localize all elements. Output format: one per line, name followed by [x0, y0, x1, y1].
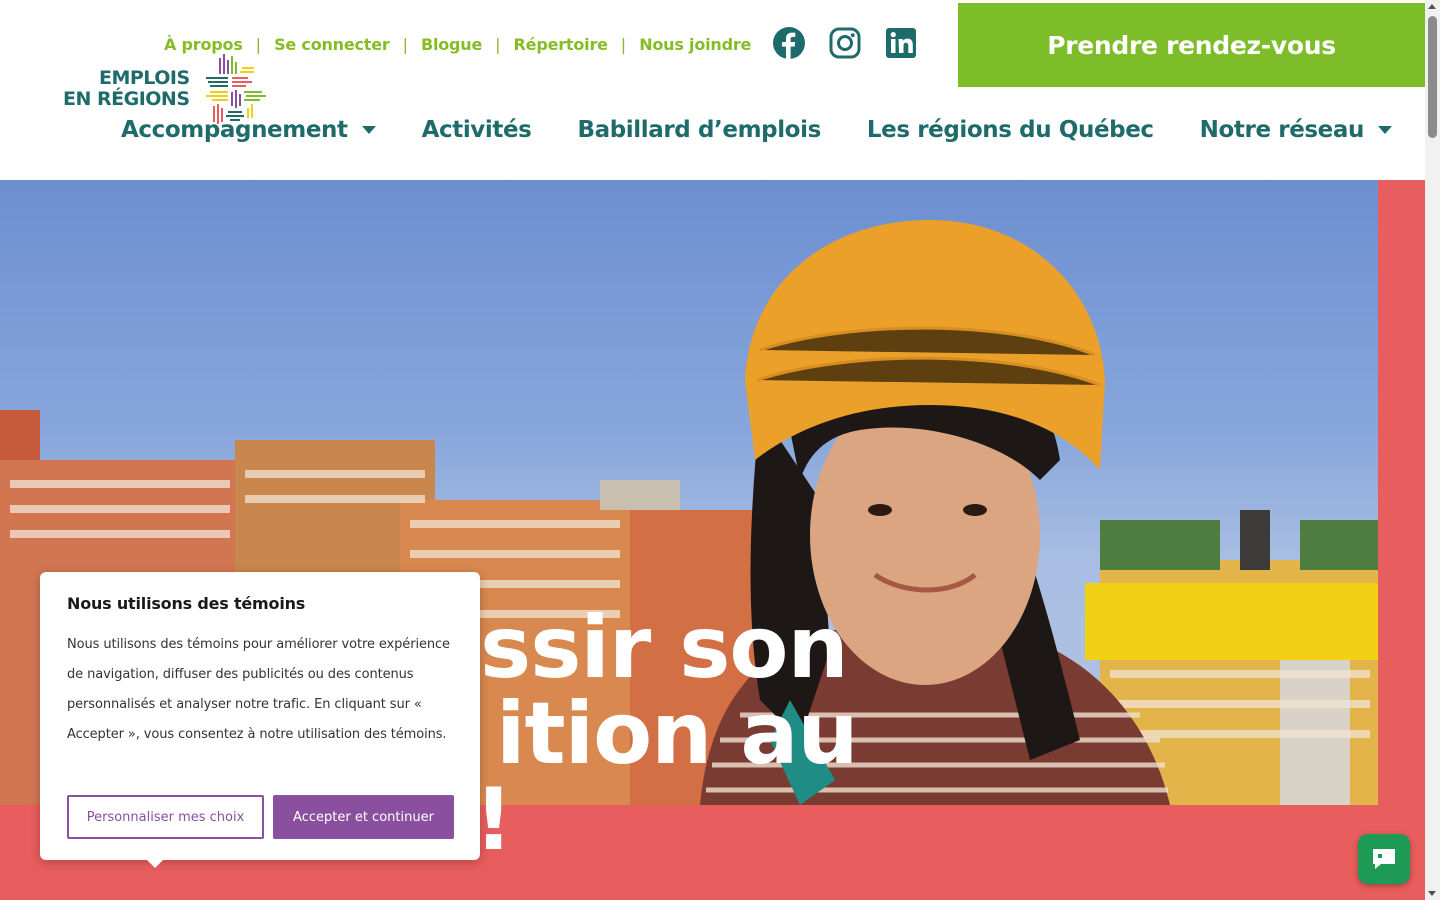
- chat-widget-button[interactable]: [1358, 834, 1410, 884]
- customize-choices-button[interactable]: Personnaliser mes choix: [67, 795, 264, 839]
- nav-item-notre-reseau[interactable]: Notre réseau: [1200, 117, 1392, 143]
- cookie-consent-dialog: Nous utilisons des témoins Nous utilison…: [40, 572, 480, 868]
- topnav-separator: |: [402, 34, 408, 54]
- scroll-down-arrow-icon[interactable]: [1428, 891, 1436, 896]
- accept-continue-button[interactable]: Accepter et continuer: [273, 795, 454, 839]
- chevron-down-icon: [361, 126, 376, 134]
- topnav-link-blogue[interactable]: Blogue: [421, 35, 482, 54]
- nav-item-label: Notre réseau: [1199, 117, 1365, 143]
- topnav-separator: |: [620, 34, 627, 54]
- nav-item-accompagnement[interactable]: Accompagnement: [121, 117, 376, 143]
- nav-item-label: Les régions du Québec: [866, 117, 1154, 143]
- topnav-link-a-propos[interactable]: À propos: [164, 35, 243, 54]
- hero-red-accent-side: [1378, 180, 1425, 900]
- topnav-link-nous-joindre[interactable]: Nous joindre: [639, 35, 751, 54]
- topnav-link-se-connecter[interactable]: Se connecter: [274, 35, 390, 54]
- chevron-down-icon: [1377, 126, 1392, 134]
- book-appointment-button[interactable]: Prendre rendez-vous: [958, 3, 1425, 87]
- chat-bubble-icon: [1373, 849, 1395, 869]
- nav-item-label: Babillard d’emplois: [577, 117, 821, 143]
- logo-line-1: EMPLOIS: [99, 67, 190, 89]
- nav-item-label: Accompagnement: [121, 117, 348, 143]
- nav-item-label: Activités: [421, 117, 532, 143]
- topnav-link-repertoire[interactable]: Répertoire: [514, 35, 608, 54]
- logo-line-2: EN RÉGIONS: [63, 88, 190, 110]
- logo-mark-icon: [206, 54, 266, 124]
- nav-item-activites[interactable]: Activités: [422, 117, 532, 143]
- site-header: À propos | Se connecter | Blogue | Réper…: [0, 0, 1425, 180]
- cookie-body: Nous utilisons des témoins pour améliore…: [67, 637, 450, 742]
- scroll-up-arrow-icon[interactable]: [1428, 4, 1436, 9]
- cookie-title: Nous utilisons des témoins: [67, 594, 306, 613]
- nav-item-babillard[interactable]: Babillard d’emplois: [577, 117, 821, 143]
- social-links: [773, 26, 917, 60]
- linkedin-icon[interactable]: [885, 26, 917, 60]
- logo-wordmark: EMPLOIS EN RÉGIONS: [63, 68, 190, 110]
- topnav-separator: |: [495, 34, 501, 54]
- topnav-separator: |: [255, 34, 262, 54]
- main-nav: Accompagnement Activités Babillard d’emp…: [121, 117, 1438, 143]
- instagram-icon[interactable]: [829, 26, 861, 60]
- cookie-actions: Personnaliser mes choix Accepter et cont…: [67, 795, 454, 839]
- scrollbar-thumb[interactable]: [1428, 16, 1437, 138]
- nav-item-regions[interactable]: Les régions du Québec: [867, 117, 1154, 143]
- page-scrollbar[interactable]: [1425, 0, 1440, 900]
- top-utility-nav: À propos | Se connecter | Blogue | Réper…: [164, 33, 751, 55]
- facebook-icon[interactable]: [773, 26, 805, 60]
- hero-yellow-accent: [1085, 583, 1425, 660]
